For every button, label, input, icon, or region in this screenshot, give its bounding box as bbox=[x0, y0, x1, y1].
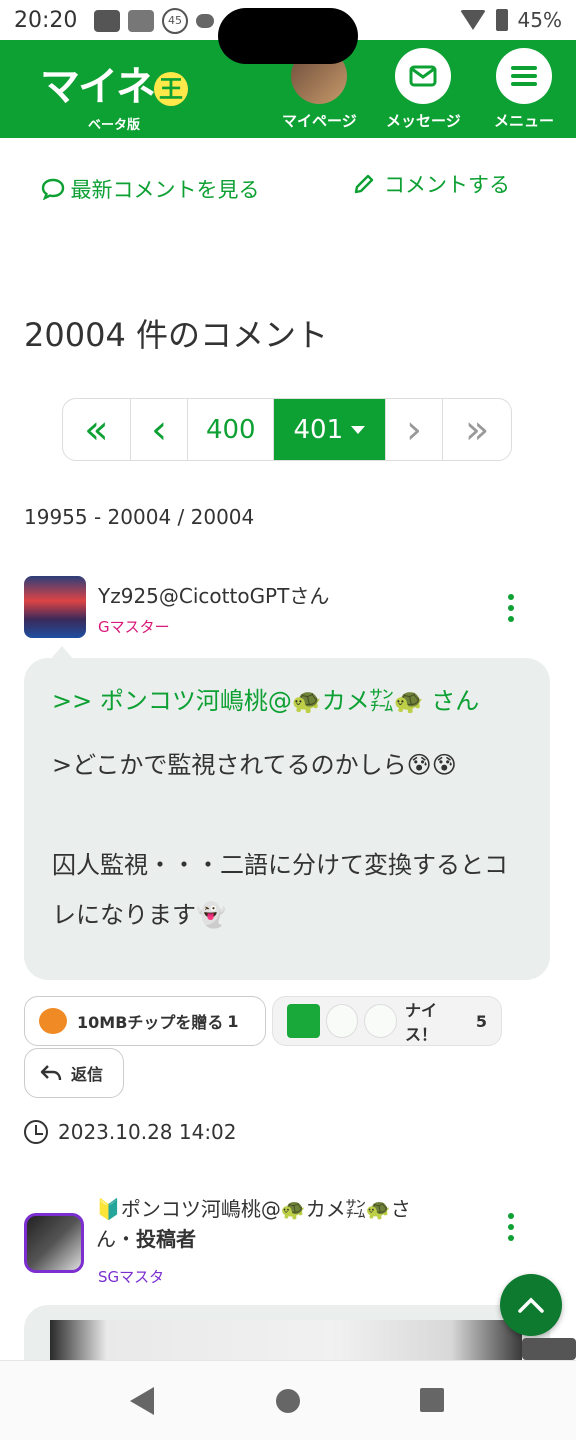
next-page-button[interactable]: › bbox=[386, 399, 444, 460]
nav-messages[interactable]: メッセージ bbox=[386, 48, 461, 131]
chevron-up-icon bbox=[518, 1297, 544, 1313]
chevron-right-icon: › bbox=[405, 406, 422, 453]
chevron-left-icon: ‹ bbox=[151, 406, 168, 453]
recent-apps-icon[interactable] bbox=[420, 1388, 444, 1412]
reply-button[interactable]: 返信 bbox=[24, 1048, 124, 1098]
back-icon[interactable] bbox=[130, 1387, 154, 1415]
comment-username[interactable]: 🔰ポンコツ河嶋桃@🐢カメ㌠🐢さ ん・投稿者 bbox=[96, 1194, 411, 1254]
cloud-icon bbox=[196, 14, 214, 28]
nav-menu-label: メニュー bbox=[494, 112, 555, 130]
comment-avatar[interactable] bbox=[24, 1213, 84, 1273]
battery-percent: 45% bbox=[517, 8, 562, 32]
logo-sub: ベータ版 bbox=[87, 118, 140, 133]
current-page-label: 401 bbox=[293, 414, 344, 445]
site-logo[interactable]: マイネ王 ベータ版 bbox=[40, 54, 188, 133]
double-chevron-right-icon: » bbox=[464, 406, 490, 453]
stamp-icon bbox=[287, 1004, 320, 1038]
double-chevron-left-icon: « bbox=[84, 406, 109, 453]
nice-label: ナイス！ bbox=[404, 1001, 437, 1044]
prev-page-button[interactable]: ‹ bbox=[131, 399, 189, 460]
comment-body: 囚人監視・・・二語に分けて変換するとコレになります👻 bbox=[52, 851, 508, 929]
nav-messages-label: メッセージ bbox=[386, 112, 461, 130]
comment-avatar[interactable] bbox=[24, 576, 86, 638]
nav-mypage-label: マイページ bbox=[282, 112, 357, 130]
comment-actions: 最新コメントを見る コメントする bbox=[0, 165, 576, 245]
comment-timestamp: 2023.10.28 14:02 bbox=[24, 1120, 237, 1144]
radish-stamp-icon bbox=[364, 1004, 397, 1038]
pencil-icon bbox=[354, 174, 374, 194]
caret-down-icon bbox=[351, 425, 366, 434]
nav-menu[interactable]: メニュー bbox=[494, 48, 554, 131]
mail-icon bbox=[395, 48, 452, 104]
comment-rank: SGマスタ bbox=[98, 1268, 165, 1286]
tip-count: 1 bbox=[227, 1011, 239, 1031]
clock-icon bbox=[24, 1120, 48, 1144]
current-page-dropdown[interactable]: 401 bbox=[274, 399, 386, 460]
pumpkin-icon bbox=[39, 1008, 67, 1034]
reply-to-link[interactable]: >> ポンコツ河嶋桃@🐢カメ㌠🐢 さん bbox=[52, 682, 522, 720]
status-right: 45% bbox=[459, 8, 562, 32]
nice-count: 5 bbox=[475, 1011, 487, 1031]
wifi-alert-icon bbox=[128, 10, 154, 32]
logo-ball: 王 bbox=[154, 72, 188, 106]
tip-button[interactable]: 10MBチップを贈る 1 bbox=[24, 996, 266, 1046]
write-comment-label: コメントする bbox=[384, 173, 510, 197]
status-time: 20:20 bbox=[14, 8, 78, 33]
scrollbar[interactable] bbox=[522, 1338, 576, 1360]
status-bar: 20:20 45 45% bbox=[0, 0, 576, 64]
timestamp-text: 2023.10.28 14:02 bbox=[58, 1120, 237, 1144]
youtube-icon bbox=[94, 10, 120, 32]
first-page-button[interactable]: « bbox=[63, 399, 131, 460]
system-nav-bar bbox=[0, 1360, 576, 1440]
nice-button[interactable]: ナイス！ 5 bbox=[272, 996, 502, 1046]
camera-notch bbox=[218, 8, 358, 64]
latest-comments-link[interactable]: 最新コメントを見る bbox=[40, 169, 260, 211]
home-icon[interactable] bbox=[276, 1389, 300, 1413]
comment-range: 19955 - 20004 / 20004 bbox=[24, 505, 255, 529]
reply-label: 返信 bbox=[71, 1065, 104, 1084]
pagination: « ‹ 400 401 › » bbox=[62, 398, 512, 461]
scroll-top-button[interactable] bbox=[500, 1274, 562, 1336]
badge-icon: 45 bbox=[162, 8, 188, 34]
radish-stamp-icon bbox=[325, 1004, 359, 1038]
username-line1: 🔰ポンコツ河嶋桃@🐢カメ㌠🐢さ bbox=[96, 1197, 411, 1221]
page-400-button[interactable]: 400 bbox=[188, 399, 275, 460]
comment-photo[interactable] bbox=[50, 1320, 522, 1360]
write-comment-link[interactable]: コメントする bbox=[352, 169, 510, 201]
wifi-icon bbox=[459, 10, 486, 30]
username-line2: ん・ bbox=[96, 1227, 136, 1251]
last-page-button[interactable]: » bbox=[443, 399, 511, 460]
tip-label: 10MBチップを贈る bbox=[77, 1013, 224, 1032]
comment-bubble: >> ポンコツ河嶋桃@🐢カメ㌠🐢 さん >どこかで監視されてるのかしら😰😰 囚人… bbox=[24, 646, 550, 980]
menu-icon bbox=[496, 48, 552, 104]
more-options-icon[interactable] bbox=[508, 594, 516, 622]
comment-count-title: 20004 件のコメント bbox=[24, 316, 328, 354]
status-left-icons: 45 bbox=[94, 8, 214, 34]
comment-rank: Gマスター bbox=[98, 618, 170, 636]
more-options-icon[interactable] bbox=[508, 1213, 516, 1241]
poster-badge: 投稿者 bbox=[136, 1227, 196, 1251]
quoted-text: >どこかで監視されてるのかしら😰😰 bbox=[52, 751, 457, 779]
logo-text: マイネ bbox=[40, 64, 156, 110]
latest-comments-label: 最新コメントを見る bbox=[70, 178, 260, 202]
battery-icon bbox=[495, 9, 508, 31]
speech-bubble-icon bbox=[41, 178, 64, 201]
comment-username[interactable]: Yz925@CicottoGPTさん bbox=[98, 580, 329, 609]
reply-icon bbox=[40, 1065, 62, 1081]
